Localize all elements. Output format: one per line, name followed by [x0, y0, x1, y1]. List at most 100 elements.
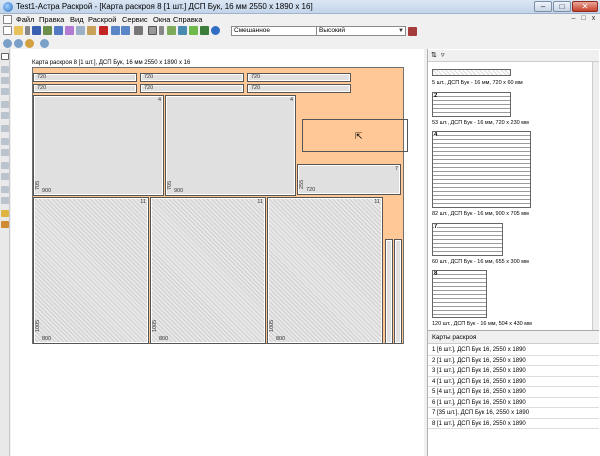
optimize-icon[interactable]: [167, 26, 176, 35]
mdi-close-button[interactable]: x: [589, 15, 598, 24]
part-height-label: 1005: [269, 319, 275, 332]
redo-icon[interactable]: [121, 26, 130, 35]
grid-dropdown-icon[interactable]: [159, 26, 164, 35]
mdi-restore-button[interactable]: □: [579, 15, 588, 24]
part-width-label: 720: [37, 85, 47, 91]
menu-service[interactable]: Сервис: [122, 15, 148, 24]
vertical-strip-part[interactable]: [394, 239, 402, 344]
menu-windows[interactable]: Окна: [153, 15, 170, 24]
quality-select-value: Высокий: [319, 27, 346, 34]
menu-file[interactable]: Файл: [16, 15, 34, 24]
menu-cutting[interactable]: Раскрой: [88, 15, 117, 24]
align-bottom-icon[interactable]: [1, 88, 9, 95]
part-tile[interactable]: 11 1005 800: [33, 197, 149, 344]
mode-select[interactable]: Смешанное▼: [231, 26, 323, 36]
layout-icon[interactable]: [87, 26, 96, 35]
run-cutting-icon[interactable]: [99, 26, 108, 35]
parts-scrollbar[interactable]: [592, 62, 599, 330]
part-tile[interactable]: 11 1005 800: [150, 197, 266, 344]
vertical-strip-part[interactable]: [385, 239, 393, 344]
mode-select-value: Смешанное: [234, 27, 271, 34]
strip-part[interactable]: 720: [33, 73, 137, 82]
part-thumbnail[interactable]: 4: [432, 131, 531, 208]
materials-icon[interactable]: [178, 26, 187, 35]
cutting-map-item[interactable]: 5 [4 шт.], ДСП Бук 16, 2550 x 1890: [428, 387, 599, 398]
minimize-button[interactable]: –: [534, 1, 552, 12]
part-width-label: 900: [174, 188, 184, 194]
align-right-icon[interactable]: [1, 112, 9, 119]
help-icon[interactable]: [211, 26, 220, 35]
part-width-label: 720: [306, 187, 316, 193]
ungroup-icon[interactable]: [1, 186, 9, 193]
close-button[interactable]: ✕: [572, 1, 598, 12]
snap-icon[interactable]: [1, 197, 9, 204]
align-top-icon[interactable]: [1, 77, 9, 84]
check-icon[interactable]: [189, 26, 198, 35]
cutting-map-item[interactable]: 3 [1 шт.], ДСП Бук 16, 2550 x 1890: [428, 366, 599, 377]
zoom-in-icon[interactable]: [3, 39, 12, 48]
part-width-label: 720: [251, 85, 261, 91]
strip-part[interactable]: 720: [247, 84, 351, 93]
menu-view[interactable]: Вид: [70, 15, 84, 24]
dropdown-arrow-icon[interactable]: [25, 26, 30, 35]
export-icon[interactable]: [54, 26, 63, 35]
report-icon[interactable]: [65, 26, 74, 35]
distribute-h-icon[interactable]: [1, 125, 9, 132]
distribute-v-icon[interactable]: [1, 138, 9, 145]
cutting-map-item[interactable]: 8 [1 шт.], ДСП Бук 16, 2550 x 1890: [428, 419, 599, 429]
cutting-map-item[interactable]: 1 [6 шт.], ДСП Бук 16, 2550 x 1890: [428, 345, 599, 356]
maximize-button[interactable]: □: [553, 1, 571, 12]
part-width-label: 720: [144, 85, 154, 91]
align-left-icon[interactable]: [1, 101, 9, 108]
cutting-map-item[interactable]: 4 [1 шт.], ДСП Бук 16, 2550 x 1890: [428, 377, 599, 387]
sort-icon[interactable]: ⇅: [431, 51, 437, 59]
undo-icon[interactable]: [111, 26, 120, 35]
grid-icon[interactable]: [148, 26, 157, 35]
parts-panel-toolbar: ⇅ ▿: [428, 50, 599, 62]
part-tile[interactable]: 4 705 900: [33, 95, 164, 196]
part-tile[interactable]: 4 705 900: [165, 95, 296, 196]
group-icon[interactable]: [1, 173, 9, 180]
part-tile[interactable]: 11 1005 800: [267, 197, 383, 344]
zoom-toolbar: [0, 37, 60, 49]
save-icon[interactable]: [32, 26, 41, 35]
open-folder-icon[interactable]: [14, 26, 23, 35]
zoom-window-icon[interactable]: [40, 39, 49, 48]
menu-help[interactable]: Справка: [173, 15, 202, 24]
cutting-map-item[interactable]: 6 [1 шт.], ДСП Бук 16, 2550 x 1890: [428, 398, 599, 408]
cutting-map-item[interactable]: 2 [1 шт.], ДСП Бук 16, 2550 x 1890: [428, 356, 599, 366]
part-thumbnail[interactable]: 7: [432, 223, 503, 256]
strip-part[interactable]: 720: [247, 73, 351, 82]
menu-edit[interactable]: Правка: [39, 15, 64, 24]
new-file-icon[interactable]: [3, 26, 12, 35]
filter-icon[interactable]: ▿: [441, 51, 445, 59]
stack-icon[interactable]: [1, 162, 9, 169]
pointer-tool-icon[interactable]: [1, 53, 9, 60]
zoom-out-icon[interactable]: [14, 39, 23, 48]
part-thumbnail[interactable]: [432, 69, 511, 76]
left-toolbar: [0, 49, 10, 456]
strip-part[interactable]: 720: [140, 84, 244, 93]
cutting-map-item[interactable]: 7 [35 шт.], ДСП Бук 16, 2550 x 1890: [428, 408, 599, 419]
chevron-down-icon: ▼: [398, 28, 404, 34]
part-thumbnail[interactable]: 2: [432, 92, 511, 117]
rotate-icon[interactable]: [1, 149, 9, 156]
settings-icon[interactable]: [408, 27, 417, 36]
part-thumbnail-number: 8: [434, 271, 438, 277]
cut-tool-icon[interactable]: [1, 66, 9, 73]
strip-part[interactable]: 720: [33, 84, 137, 93]
part-thumbnail[interactable]: 8: [432, 270, 487, 318]
chart-icon[interactable]: [200, 26, 209, 35]
edit-icon[interactable]: [1, 221, 9, 228]
part-number: 4: [289, 97, 293, 103]
quality-select[interactable]: Высокий ▼: [316, 26, 406, 36]
part-tile[interactable]: 7 255 720: [297, 164, 401, 195]
strip-part[interactable]: 720: [140, 73, 244, 82]
preview-icon[interactable]: [76, 26, 85, 35]
print-icon[interactable]: [43, 26, 52, 35]
properties-icon[interactable]: [1, 210, 9, 217]
document-icon: [3, 15, 12, 24]
mdi-minimize-button[interactable]: –: [569, 15, 578, 24]
zoom-fit-icon[interactable]: [25, 39, 34, 48]
sum-icon[interactable]: [134, 26, 143, 35]
